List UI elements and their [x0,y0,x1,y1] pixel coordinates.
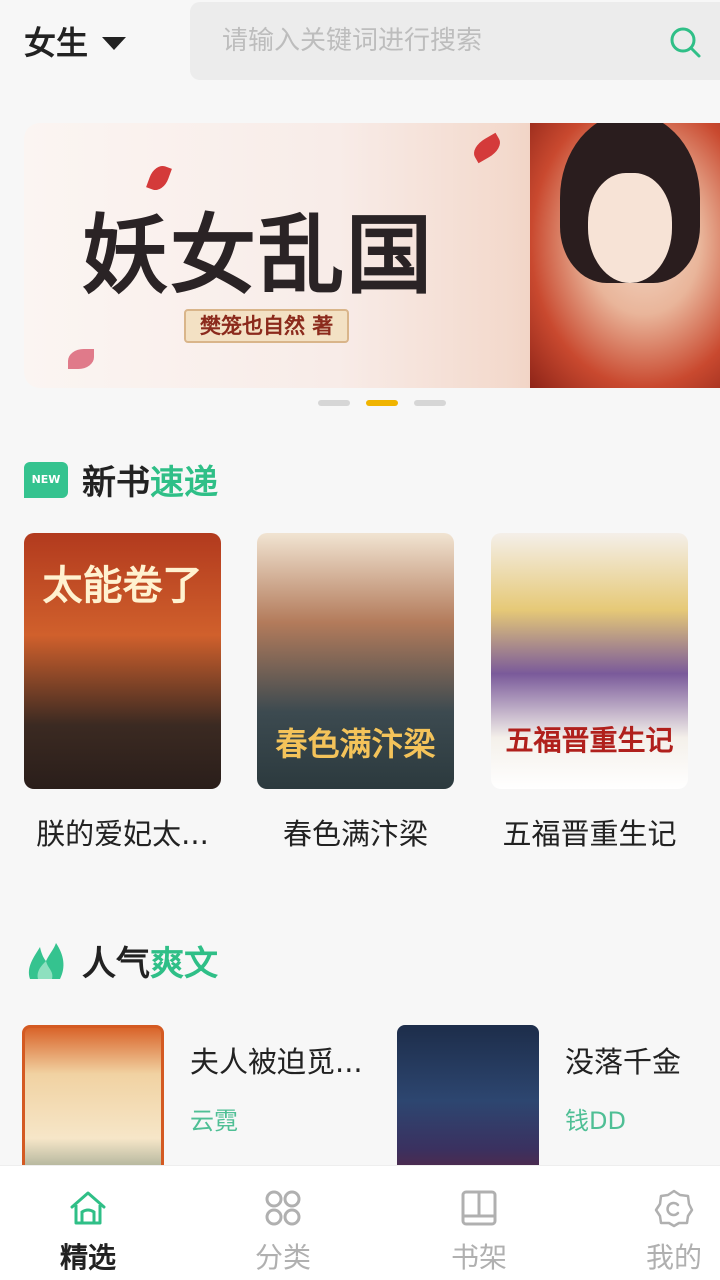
book-card[interactable]: 五福晋重生记 五福晋重生记 [491,533,688,853]
flame-icon [28,942,64,979]
cover-title: 五福晋重生记 [505,724,674,757]
search-input[interactable] [222,26,662,56]
carousel-dot [318,400,350,406]
carousel-indicator [318,400,446,406]
banner-title: 妖女乱国 [82,205,434,306]
book-title: 没落千金 [565,1045,682,1079]
book-cover: 春色满汴梁 [257,533,454,789]
gender-selector[interactable]: 女生 [24,18,127,64]
bookshelf-icon [461,1190,497,1226]
search-icon[interactable] [668,25,702,59]
book-title: 五福晋重生记 [502,817,677,851]
nav-item-bookshelf[interactable]: 书架 [419,1188,539,1276]
promo-banner[interactable]: 妖女乱国 樊笼也自然 著 [24,123,720,388]
banner-illustration [530,123,720,388]
nav-label: 精选 [59,1241,116,1274]
category-icon [265,1190,301,1226]
book-title: 春色满汴梁 [282,817,428,851]
gender-label: 女生 [24,24,89,62]
nav-label: 分类 [254,1241,311,1274]
book-author: 钱DD [565,1107,626,1135]
cover-title: 春色满汴梁 [275,725,436,763]
petal-decoration [469,132,505,164]
section-popular-header: 人气爽文 [24,936,218,985]
home-icon [70,1191,106,1225]
profile-icon [654,1189,694,1228]
header: 女生 [0,0,720,84]
petal-decoration [68,349,94,369]
new-badge-icon: NEW [24,461,68,498]
book-author: 云霓 [190,1107,238,1135]
book-title: 夫人被迫觅... [190,1045,363,1079]
nav-label: 我的 [645,1241,702,1274]
section-title: 人气爽文 [82,944,218,984]
nav-item-featured[interactable]: 精选 [28,1188,148,1276]
nav-item-category[interactable]: 分类 [223,1188,343,1276]
banner-author: 樊笼也自然 著 [184,309,350,343]
caret-down-icon [102,36,127,50]
book-cover: 太能卷了 [24,533,221,789]
book-title: 朕的爱妃太... [36,817,209,851]
carousel-dot [414,400,446,406]
bottom-nav: 精选 分类 书架 我的 [0,1165,720,1280]
book-card[interactable]: 太能卷了 朕的爱妃太... [24,533,221,853]
book-cover: 五福晋重生记 [491,533,688,789]
section-new-books-header: NEW 新书速递 [24,455,218,504]
nav-item-profile[interactable]: 我的 [614,1188,720,1276]
search-bar[interactable] [190,2,720,80]
section-title: 新书速递 [82,463,218,503]
book-card[interactable]: 春色满汴梁 春色满汴梁 [257,533,454,853]
cover-title: 太能卷了 [42,562,203,609]
nav-label: 书架 [450,1241,507,1274]
carousel-dot-active [366,400,398,406]
